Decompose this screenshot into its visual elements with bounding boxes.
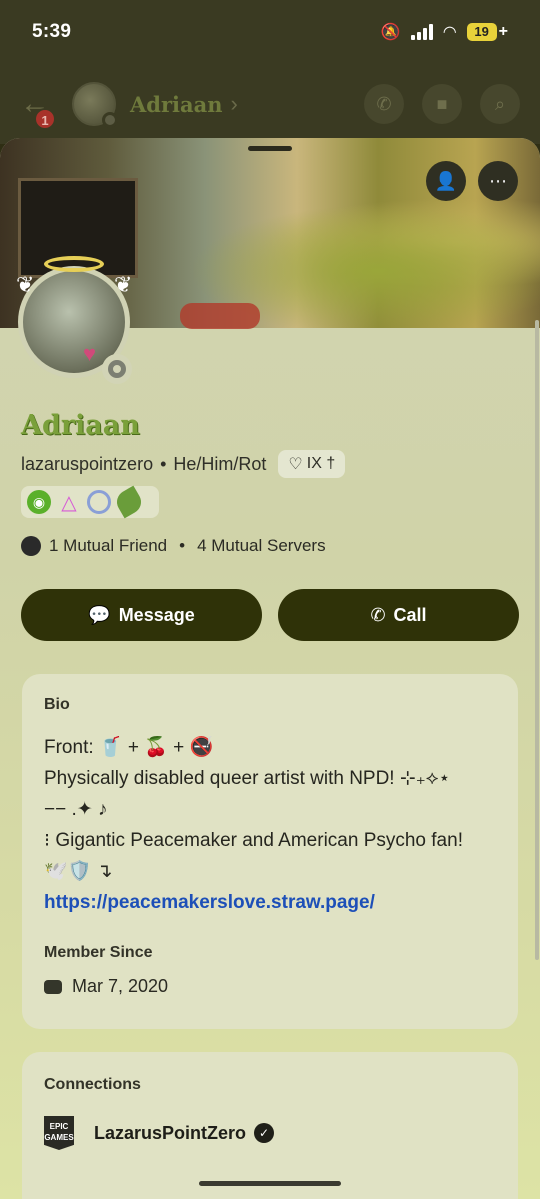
profile-avatar[interactable]: ♥ ❦ ❦ xyxy=(16,256,136,384)
unread-badge: 1 xyxy=(34,108,56,130)
clan-tag[interactable]: ♡ IX † xyxy=(278,450,346,478)
scrollbar[interactable] xyxy=(535,320,539,960)
profile-sheet: 👤 ⋯ ♥ ❦ ❦ Adriaan lazaruspointzero • He/… xyxy=(0,138,540,1199)
friend-status-button[interactable]: 👤 xyxy=(426,161,466,201)
message-button[interactable]: 💬 Message xyxy=(21,589,262,641)
person-check-icon: 👤 xyxy=(434,170,458,191)
connection-item[interactable]: EPIC GAMES LazarusPointZero ✓ xyxy=(44,1116,496,1150)
voice-call-button[interactable]: ✆ xyxy=(364,84,404,124)
halo-decoration-icon xyxy=(44,256,104,272)
phone-icon: ✆ xyxy=(370,604,386,625)
bio-text: Front: 🥤 + 🍒 + 🚭 Physically disabled que… xyxy=(44,732,496,918)
connections-label: Connections xyxy=(44,1076,141,1093)
message-button-label: Message xyxy=(118,604,195,625)
search-button[interactable]: ⌕ xyxy=(480,84,520,124)
clan-tag-label: IX † xyxy=(306,455,336,472)
mute-icon: 🔕 xyxy=(380,24,401,41)
call-button[interactable]: ✆ Call xyxy=(278,589,519,641)
bio-card: Bio Front: 🥤 + 🍒 + 🚭 Physically disabled… xyxy=(22,674,518,1029)
mutual-friend-avatar[interactable] xyxy=(21,536,41,556)
video-call-button[interactable]: ■ xyxy=(422,84,462,124)
wing-decoration-icon: ❦ xyxy=(114,272,133,297)
bio-label: Bio xyxy=(44,696,70,713)
hypesquad-badge-icon[interactable]: △ xyxy=(57,490,81,514)
username: lazaruspointzero xyxy=(21,453,154,474)
ellipsis-icon: ⋯ xyxy=(489,170,507,191)
home-indicator[interactable] xyxy=(199,1181,341,1186)
status-time: 5:39 xyxy=(32,21,72,42)
more-options-button[interactable]: ⋯ xyxy=(478,161,518,201)
battery-level: 19 xyxy=(466,23,497,41)
dm-header: ← 1 Adriaan › ✆ ■ ⌕ xyxy=(0,64,540,144)
charging-icon: + xyxy=(498,23,508,40)
discord-logo-icon xyxy=(44,979,62,994)
display-name: Adriaan xyxy=(21,410,140,441)
bio-link[interactable]: https://peacemakerslove.straw.page/ xyxy=(44,887,496,918)
separator: • xyxy=(160,453,167,474)
leaf-badge-icon[interactable] xyxy=(112,485,146,519)
member-since-label: Member Since xyxy=(44,944,153,961)
banner-image-detail xyxy=(180,303,260,329)
chevron-right-icon: › xyxy=(230,91,238,116)
sheet-drag-handle[interactable] xyxy=(248,146,292,151)
phone-icon: ✆ xyxy=(376,93,392,114)
status-indicator xyxy=(102,112,118,128)
header-username[interactable]: Adriaan xyxy=(130,92,223,117)
mutual-servers-link[interactable]: 4 Mutual Servers xyxy=(197,536,326,556)
back-button[interactable]: ← 1 xyxy=(20,86,56,130)
server-booster-badge-icon[interactable] xyxy=(87,490,111,514)
heart-decoration-icon: ♥ xyxy=(83,341,97,366)
header-actions: ✆ ■ ⌕ xyxy=(364,84,520,124)
bio-line: 🕊️🛡️ ↴ xyxy=(44,861,113,882)
wing-decoration-icon: ❦ xyxy=(16,272,35,297)
call-button-label: Call xyxy=(393,604,427,625)
pronouns: He/Him/Rot xyxy=(173,453,267,474)
status-icons: 🔕 ◠ 19 + xyxy=(381,22,508,42)
bio-line: Physically disabled queer artist with NP… xyxy=(44,768,451,789)
member-since-date: Mar 7, 2020 xyxy=(72,976,169,996)
wifi-icon: ◠ xyxy=(442,24,457,41)
nitro-badge-icon[interactable]: ◉ xyxy=(27,490,51,514)
offline-status-icon xyxy=(102,354,132,384)
member-since-row: Mar 7, 2020 xyxy=(44,976,496,997)
epic-games-logo-icon: EPIC GAMES xyxy=(44,1116,74,1150)
header-avatar[interactable] xyxy=(72,82,118,128)
video-camera-icon: ■ xyxy=(436,93,448,114)
separator: • xyxy=(179,536,186,555)
chat-bubble-icon: 💬 xyxy=(88,604,111,625)
verified-check-icon: ✓ xyxy=(254,1123,275,1143)
bio-line: ⁝ Gigantic Peacemaker and American Psych… xyxy=(44,830,463,851)
profile-actions: 💬 Message ✆ Call xyxy=(21,589,519,641)
status-bar: 5:39 🔕 ◠ 19 + xyxy=(0,0,540,64)
battery-icon: 19 + xyxy=(466,23,508,41)
mutuals-row: 1 Mutual Friend • 4 Mutual Servers xyxy=(21,536,326,556)
profile-badges: ◉ △ xyxy=(21,485,159,519)
connections-card: Connections EPIC GAMES LazarusPointZero … xyxy=(22,1052,518,1199)
connection-account-name: LazarusPointZero xyxy=(94,1122,247,1143)
bio-line: Front: 🥤 + 🍒 + 🚭 xyxy=(44,737,214,758)
cellular-signal-icon xyxy=(410,24,433,40)
bio-line: −− .✦ ♪ xyxy=(44,799,108,820)
profile-subline: lazaruspointzero • He/Him/Rot ♡ IX † xyxy=(21,450,346,478)
heart-outline-icon: ♡ xyxy=(288,456,303,473)
search-icon: ⌕ xyxy=(494,93,506,114)
mutual-friends-link[interactable]: 1 Mutual Friend xyxy=(49,536,167,556)
